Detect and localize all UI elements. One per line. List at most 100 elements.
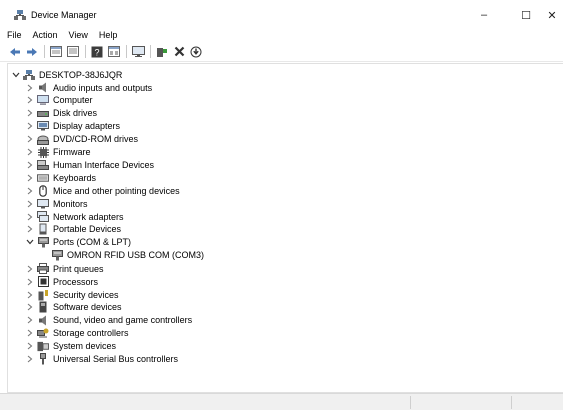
chevron-down-icon[interactable] [25, 239, 35, 245]
tree-category[interactable]: Network adapters [25, 210, 124, 223]
tree-category-label: Portable Devices [53, 224, 122, 235]
sound-controller-icon [37, 314, 49, 326]
tree-category[interactable]: Sound, video and game controllers [25, 314, 192, 327]
processor-icon [37, 276, 49, 288]
tree-category[interactable]: Storage controllers [25, 327, 129, 340]
tree-category-label: Human Interface Devices [53, 159, 155, 170]
tree-category-label: Security devices [53, 289, 119, 300]
port-icon [37, 236, 49, 248]
chevron-right-icon[interactable] [25, 265, 35, 273]
tree-category-label: Network adapters [53, 211, 124, 222]
usb-icon [37, 353, 49, 365]
tree-category[interactable]: Human Interface Devices [25, 158, 154, 171]
chevron-right-icon[interactable] [25, 316, 35, 324]
chevron-right-icon[interactable] [25, 161, 35, 169]
menu-file[interactable]: File [7, 30, 22, 40]
tree-category-label: Storage controllers [53, 328, 129, 339]
chevron-right-icon[interactable] [25, 109, 35, 117]
chevron-right-icon[interactable] [25, 291, 35, 299]
device-tree[interactable]: DESKTOP-38J6JQR Audio inputs and outputs… [7, 63, 563, 393]
tree-category-label: Software devices [53, 302, 122, 313]
disk-drive-icon [37, 107, 49, 119]
chevron-right-icon[interactable] [25, 187, 35, 195]
tree-category[interactable]: Firmware [25, 146, 91, 159]
add-driver-icon[interactable] [155, 45, 169, 59]
back-arrow-icon[interactable] [8, 45, 22, 59]
printer-icon [37, 263, 49, 275]
tree-category-label: Ports (COM & LPT) [53, 237, 132, 248]
uninstall-icon[interactable] [172, 45, 186, 59]
tree-category[interactable]: Universal Serial Bus controllers [25, 353, 178, 366]
tree-category-label: Firmware [53, 147, 91, 157]
device-manager-icon [14, 9, 26, 21]
tree-category-label: Universal Serial Bus controllers [53, 354, 179, 364]
status-divider [410, 396, 411, 409]
chevron-right-icon[interactable] [25, 148, 35, 156]
tree-category-label: System devices [53, 341, 117, 352]
tree-category-label: Sound, video and game controllers [53, 315, 193, 326]
chevron-right-icon[interactable] [25, 278, 35, 286]
chevron-right-icon[interactable] [25, 355, 35, 363]
tree-category[interactable]: System devices [25, 340, 116, 353]
menu-view[interactable]: View [69, 30, 88, 40]
tree-root[interactable]: DESKTOP-38J6JQR [11, 68, 122, 81]
chevron-right-icon[interactable] [25, 84, 35, 92]
minimize-button[interactable]: – [467, 4, 501, 26]
tree-category[interactable]: Portable Devices [25, 223, 121, 236]
update-driver-icon[interactable] [66, 45, 80, 59]
storage-controller-icon [37, 327, 49, 339]
tree-category[interactable]: DVD/CD-ROM drives [25, 133, 138, 146]
tree-category[interactable]: Print queues [25, 262, 104, 275]
mouse-icon [37, 184, 49, 197]
monitor-icon[interactable] [131, 45, 145, 59]
chevron-right-icon[interactable] [25, 122, 35, 130]
portable-device-icon [37, 223, 49, 235]
tree-category[interactable]: Ports (COM & LPT) [25, 236, 131, 249]
chevron-right-icon[interactable] [25, 200, 35, 208]
dvd-drive-icon [37, 133, 49, 145]
keyboard-icon [37, 172, 49, 184]
chevron-right-icon[interactable] [25, 174, 35, 182]
tree-category[interactable]: Software devices [25, 301, 122, 314]
chevron-right-icon[interactable] [25, 342, 35, 350]
scan-hardware-icon[interactable] [189, 45, 203, 59]
speaker-icon [37, 82, 49, 94]
computer-icon [37, 94, 49, 106]
chevron-right-icon[interactable] [25, 213, 35, 221]
menu-bar: File Action View Help [0, 27, 563, 42]
tree-category-label: Display adapters [53, 121, 121, 132]
tree-category[interactable]: Audio inputs and outputs [25, 81, 152, 94]
tree-category[interactable]: Processors [25, 275, 98, 288]
tree-category-label: Disk drives [53, 108, 98, 119]
help-icon[interactable]: ? [90, 45, 104, 59]
chevron-right-icon[interactable] [25, 303, 35, 311]
chevron-right-icon[interactable] [25, 225, 35, 233]
tree-category[interactable]: Mice and other pointing devices [25, 184, 180, 197]
tree-category-label: Mice and other pointing devices [53, 185, 180, 196]
hid-icon [37, 159, 49, 171]
menu-help[interactable]: Help [99, 30, 118, 40]
tree-device-label: OMRON RFID USB COM (COM3) [67, 250, 204, 261]
tree-device-item[interactable]: OMRON RFID USB COM (COM3) [51, 249, 204, 262]
chevron-right-icon[interactable] [25, 329, 35, 337]
toolbar-separator [44, 45, 45, 58]
tree-category[interactable]: Disk drives [25, 107, 97, 120]
chevron-right-icon[interactable] [25, 96, 35, 104]
properties-icon[interactable] [49, 45, 63, 59]
maximize-button[interactable]: ☐ [509, 4, 543, 26]
toolbar: ? [0, 42, 563, 62]
menu-action[interactable]: Action [33, 30, 58, 40]
show-hidden-icon[interactable] [107, 45, 121, 59]
toolbar-separator [150, 45, 151, 58]
close-button[interactable]: ✕ [541, 4, 563, 26]
tree-category[interactable]: Display adapters [25, 120, 120, 133]
forward-arrow-icon[interactable] [25, 45, 39, 59]
chevron-right-icon[interactable] [25, 135, 35, 143]
tree-category[interactable]: Security devices [25, 288, 119, 301]
chevron-down-icon[interactable] [11, 72, 21, 78]
tree-category[interactable]: Monitors [25, 197, 88, 210]
tree-category-label: Keyboards [53, 172, 97, 183]
tree-category[interactable]: Computer [25, 94, 93, 107]
software-device-icon [37, 301, 49, 313]
tree-category[interactable]: Keyboards [25, 171, 96, 184]
